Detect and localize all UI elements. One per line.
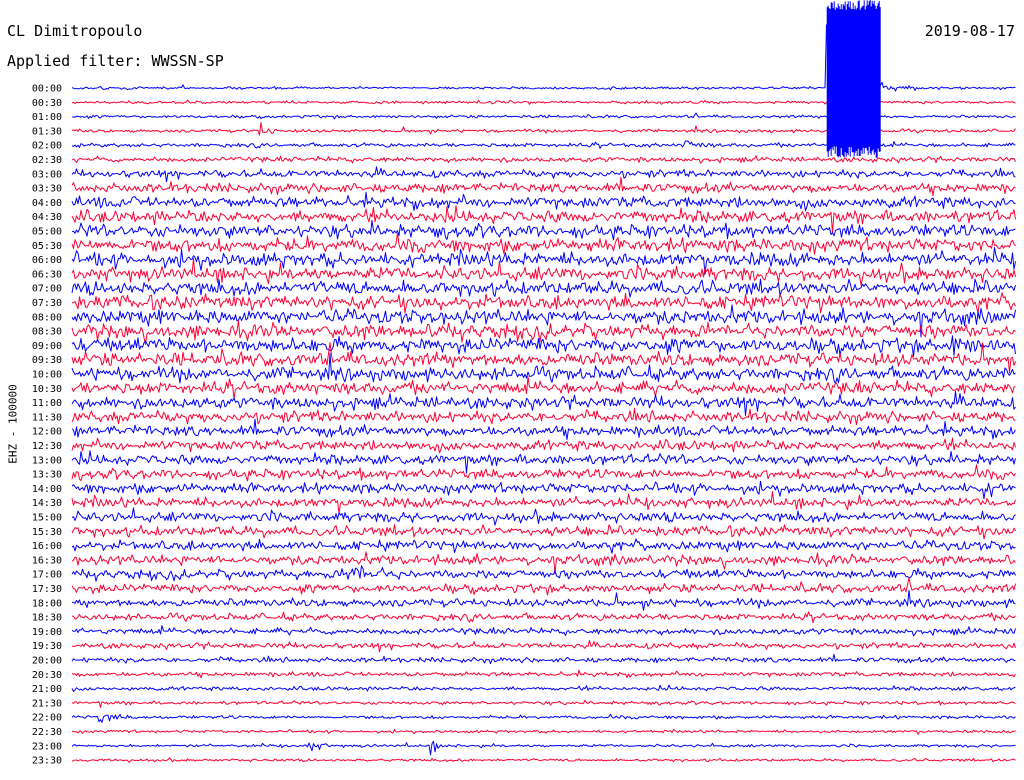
row-label: 19:30 xyxy=(32,641,62,652)
row-label: 06:30 xyxy=(32,269,62,280)
trace-row xyxy=(71,232,1016,255)
row-label: 14:30 xyxy=(32,498,62,509)
trace-row xyxy=(71,418,1016,440)
row-label: 18:30 xyxy=(32,613,62,624)
row-label: 10:00 xyxy=(32,370,62,381)
trace-row xyxy=(71,611,1016,624)
trace-row xyxy=(71,155,1016,164)
row-label-group: 00:00 00:30 01:00 01:30 02:00 02:30 03:00 03:30… xyxy=(32,84,62,767)
row-label: 13:00 xyxy=(32,455,62,466)
trace-row xyxy=(71,589,1016,611)
trace-row xyxy=(71,176,1016,197)
trace-row xyxy=(71,278,1016,298)
row-label: 22:30 xyxy=(32,727,62,738)
trace-row xyxy=(71,376,1016,400)
trace-row xyxy=(71,191,1016,212)
trace-row xyxy=(71,335,1016,357)
trace-group xyxy=(71,0,1016,763)
row-label: 15:00 xyxy=(32,513,62,524)
row-label: 16:30 xyxy=(32,555,62,566)
row-label: 02:30 xyxy=(32,155,62,166)
row-label: 02:00 xyxy=(32,141,62,152)
row-label: 18:00 xyxy=(32,598,62,609)
row-label: 03:00 xyxy=(32,169,62,180)
trace-row xyxy=(71,166,1016,183)
row-label: 00:30 xyxy=(32,98,62,109)
trace-row xyxy=(71,219,1016,241)
trace-row xyxy=(71,669,1016,679)
row-label: 06:00 xyxy=(32,255,62,266)
row-label: 05:30 xyxy=(32,241,62,252)
row-label: 16:00 xyxy=(32,541,62,552)
trace-row xyxy=(71,684,1016,692)
trace-row xyxy=(71,551,1016,575)
row-label: 17:30 xyxy=(32,584,62,595)
row-label: 03:30 xyxy=(32,184,62,195)
trace-row xyxy=(71,450,1016,474)
event-burst xyxy=(826,0,881,158)
trace-row xyxy=(71,390,1016,416)
row-label: 01:30 xyxy=(32,126,62,137)
row-label: 07:30 xyxy=(32,298,62,309)
trace-row xyxy=(71,524,1016,540)
row-label: 21:30 xyxy=(32,698,62,709)
trace-row xyxy=(71,565,1016,582)
row-label: 08:30 xyxy=(32,327,62,338)
row-label: 23:00 xyxy=(32,741,62,752)
row-label: 04:30 xyxy=(32,212,62,223)
row-label: 09:00 xyxy=(32,341,62,352)
trace-row xyxy=(71,491,1016,514)
row-label: 22:00 xyxy=(32,713,62,724)
trace-row xyxy=(72,292,1016,315)
trace-row xyxy=(71,699,1016,708)
trace-row xyxy=(71,407,1016,426)
trace-row xyxy=(71,247,1016,275)
row-label: 20:00 xyxy=(32,656,62,667)
row-label: 00:00 xyxy=(32,84,62,95)
trace-row xyxy=(71,480,1016,500)
helicorder-plot: 00:00 00:30 01:00 01:30 02:00 02:30 03:00 03:30… xyxy=(32,0,1016,767)
trace-row xyxy=(71,625,1016,637)
row-label: 10:30 xyxy=(32,384,62,395)
trace-row xyxy=(71,577,1016,596)
row-label: 11:30 xyxy=(32,412,62,423)
row-label: 23:30 xyxy=(32,756,62,767)
trace-row xyxy=(71,538,1016,554)
trace-row xyxy=(71,464,1016,482)
row-label: 12:30 xyxy=(32,441,62,452)
row-label: 20:30 xyxy=(32,670,62,681)
row-label: 11:00 xyxy=(32,398,62,409)
trace-row xyxy=(71,507,1016,526)
trace-row xyxy=(71,437,1016,454)
row-label: 08:00 xyxy=(32,312,62,323)
trace-row xyxy=(71,639,1016,653)
row-label: 21:00 xyxy=(32,684,62,695)
row-label: 14:00 xyxy=(32,484,62,495)
row-label: 01:00 xyxy=(32,112,62,123)
trace-row xyxy=(71,757,1016,763)
row-label: 07:00 xyxy=(32,284,62,295)
row-label: 15:30 xyxy=(32,527,62,538)
trace-row xyxy=(71,713,1016,723)
trace-row xyxy=(71,653,1016,664)
row-label: 19:00 xyxy=(32,627,62,638)
row-label: 04:00 xyxy=(32,198,62,209)
row-label: 05:00 xyxy=(32,227,62,238)
row-label: 09:30 xyxy=(32,355,62,366)
row-label: 13:30 xyxy=(32,470,62,481)
trace-row xyxy=(71,740,1016,756)
row-label: 17:00 xyxy=(32,570,62,581)
row-label: 12:00 xyxy=(32,427,62,438)
trace-row xyxy=(71,729,1016,735)
